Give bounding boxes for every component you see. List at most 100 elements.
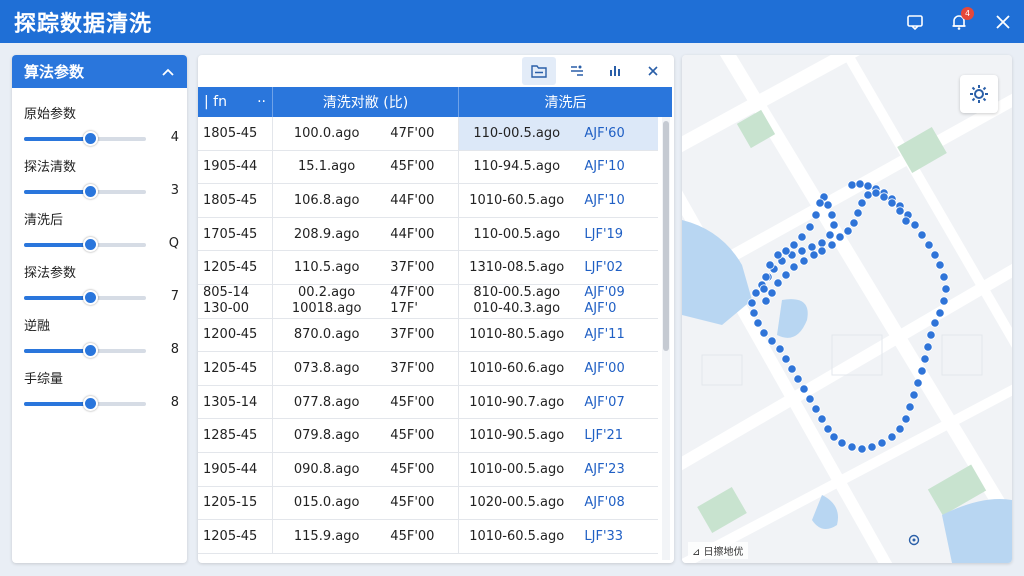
track-point: [799, 384, 809, 394]
track-point: [753, 318, 763, 328]
table-row[interactable]: 1205-15 015.0.ago 45F'00 1020-00.5.ago AJF'0…: [198, 486, 658, 521]
table-row[interactable]: 1905-44 15.1.ago 45F'00 110-94.5.ago AJF'10: [198, 150, 658, 185]
table-row[interactable]: 1205-45 073.8.ago 37F'00 1010-60.6.ago AJF'0…: [198, 352, 658, 386]
slider-thumb[interactable]: [82, 290, 98, 305]
track-point: [781, 246, 791, 256]
gear-icon: [970, 85, 988, 103]
table-row[interactable]: 1200-45 870.0.ago 37F'00 1010-80.5.ago AJF'1…: [198, 318, 658, 353]
map-settings-button[interactable]: [960, 75, 998, 113]
close-icon: [648, 66, 658, 76]
param-slider[interactable]: 8: [24, 395, 179, 413]
folder-button[interactable]: [522, 57, 556, 85]
track-point: [917, 230, 927, 240]
track-point: [863, 181, 873, 191]
cell-tag: 37F'00: [390, 260, 435, 276]
column-header-id[interactable]: | fn ··: [198, 87, 273, 117]
track-point: [761, 272, 771, 282]
notification-button[interactable]: 4: [948, 6, 974, 33]
filter-icon: [571, 65, 583, 76]
params-panel-header[interactable]: 算法参数: [12, 55, 187, 88]
table-row[interactable]: 1285-45 079.8.ago 45F'00 1010-90.5.ago LJF'2…: [198, 419, 658, 453]
track-point: [855, 179, 865, 189]
track-point: [939, 272, 949, 282]
param-slider[interactable]: 3: [24, 183, 179, 201]
track-point: [765, 260, 775, 270]
chart-button[interactable]: [598, 57, 632, 85]
track-point: [941, 284, 951, 294]
table-close-button[interactable]: [636, 57, 670, 85]
param-slider[interactable]: 7: [24, 289, 179, 307]
table-row[interactable]: 1205-45 115.9.ago 45F'00 1010-60.5.ago LJF'3…: [198, 520, 658, 554]
cell-id-text: 1905-44: [203, 159, 258, 175]
cell-id: 1205-15: [198, 486, 273, 520]
table-row[interactable]: 1205-45 110.5.ago 37F'00 1310-08.5.ago LJF'0…: [198, 251, 658, 285]
track-point: [805, 222, 815, 232]
track-point: [815, 198, 825, 208]
scrollbar-thumb[interactable]: [663, 121, 669, 351]
track-point: [811, 404, 821, 414]
param-slider[interactable]: 8: [24, 342, 179, 360]
slider-thumb[interactable]: [82, 396, 98, 411]
cell-value: 1020-00.5.ago: [469, 495, 565, 511]
cell-value: 115.9.ago: [293, 528, 360, 544]
cell-id-text: 1200-45: [203, 327, 258, 343]
table-row[interactable]: 1305-14 077.8.ago 45F'00 1010-90.7.ago AJF'0…: [198, 385, 658, 420]
cell-value: 106.8.ago: [293, 192, 360, 208]
cell-tag: 45F'00: [390, 461, 435, 477]
table-row[interactable]: 1805-45 100.0.ago 47F'00 110-00.5.ago AJF'60: [198, 117, 658, 151]
param-value: 8: [170, 395, 179, 410]
track-point: [835, 232, 845, 242]
track-point: [817, 238, 827, 248]
slider-thumb[interactable]: [82, 131, 98, 146]
table-row[interactable]: 1805-45 106.8.ago 44F'00 1010-60.5.ago AJF'1…: [198, 184, 658, 218]
param-value: 4: [170, 130, 179, 145]
track-point: [879, 192, 889, 202]
slider-thumb[interactable]: [82, 237, 98, 252]
cell-before: 870.0.ago 37F'00: [273, 318, 459, 352]
param-slider[interactable]: Q: [24, 236, 179, 254]
cell-tag: AJF'10: [584, 192, 625, 208]
cell-after: 1010-00.5.ago AJF'23: [459, 453, 658, 486]
track-point: [930, 250, 940, 260]
cell-value: 810-00.5.ago: [473, 285, 561, 301]
table-row[interactable]: 1705-45 208.9.ago 44F'00 110-00.5.ago LJF'19: [198, 217, 658, 252]
cell-id-text: 1205-45: [203, 360, 258, 376]
track-point: [857, 444, 867, 454]
track-point: [847, 180, 857, 190]
slider-thumb[interactable]: [82, 184, 98, 199]
map-panel[interactable]: ⊿ 日擦地优: [682, 55, 1012, 563]
column-header-before[interactable]: 清洗对敝 (比): [273, 87, 459, 117]
cell-tag: AJF'10: [584, 159, 625, 175]
cell-after: 1310-08.5.ago LJF'02: [459, 251, 658, 284]
param-slider[interactable]: 4: [24, 130, 179, 148]
param-value: 8: [170, 342, 179, 357]
cell-value: 010-40.3.ago: [473, 301, 561, 317]
track-point: [853, 208, 863, 218]
column-header-after[interactable]: 清洗后: [459, 87, 672, 117]
slider-thumb[interactable]: [82, 343, 98, 358]
track-point: [857, 198, 867, 208]
cell-value: 079.8.ago: [293, 428, 360, 444]
cell-after: 110-00.5.ago AJF'60: [459, 117, 658, 150]
table-row[interactable]: 1905-44 090.8.ago 45F'00 1010-00.5.ago AJF'2…: [198, 452, 658, 487]
track-point: [837, 438, 847, 448]
track-point: [827, 240, 837, 250]
table-row[interactable]: 805-14 130-00 00.2.ago 47F'00 10018.ago 17F' 8…: [198, 284, 658, 319]
cell-after: 110-00.5.ago LJF'19: [459, 218, 658, 251]
cell-before: 110.5.ago 37F'00: [273, 251, 459, 284]
cell-tag: LJF'21: [584, 428, 624, 444]
cell-tag: AJF'08: [584, 495, 625, 511]
message-button[interactable]: [904, 11, 926, 33]
close-button[interactable]: [992, 11, 1014, 33]
param-label: 清洗后: [24, 213, 64, 228]
cell-id: 1205-45: [198, 520, 273, 553]
table-scrollbar[interactable]: [662, 117, 670, 560]
bar-chart-icon: [610, 66, 620, 76]
data-table-panel: | fn ·· 清洗对敝 (比) 清洗后 1805-45 100.0.ago 47F…: [198, 55, 674, 563]
cell-tag: AJF'60: [584, 125, 625, 141]
filter-button[interactable]: [560, 57, 594, 85]
cell-id: 1200-45: [198, 318, 273, 352]
slider-fill: [24, 243, 90, 247]
map-canvas[interactable]: [682, 55, 1012, 563]
track-point: [759, 284, 769, 294]
